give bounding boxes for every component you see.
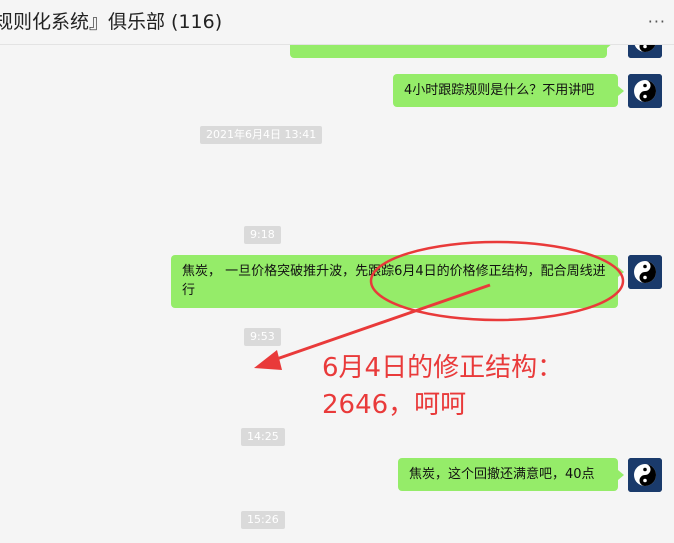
- more-icon[interactable]: ···: [648, 12, 666, 31]
- yin-yang-icon: [628, 255, 662, 289]
- yin-yang-icon: [628, 458, 662, 492]
- annotation-line-2: 2646，呵呵: [322, 390, 467, 420]
- timestamp: 2021年6月4日 13:41: [200, 126, 323, 144]
- avatar[interactable]: [628, 74, 662, 108]
- message-text: 焦炭， 一旦价格突破推升波，先跟踪6月4日的价格修正结构，配合周线进行: [182, 264, 606, 298]
- timestamp: 9:53: [244, 328, 281, 346]
- arrow-head: [254, 350, 282, 370]
- message-bubble[interactable]: 4小时跟踪规则是什么？不用讲吧: [393, 74, 624, 107]
- avatar[interactable]: [628, 255, 662, 289]
- yin-yang-icon: [628, 74, 662, 108]
- avatar[interactable]: [628, 458, 662, 492]
- timestamp: 15:26: [241, 511, 285, 529]
- annotation-line-1: 6月4日的修正结构：: [322, 353, 564, 383]
- message-bubble[interactable]: 焦炭， 一旦价格突破推升波，先跟踪6月4日的价格修正结构，配合周线进行: [171, 255, 624, 308]
- message-text: 4小时跟踪规则是什么？不用讲吧: [404, 83, 595, 98]
- timestamp: 9:18: [244, 226, 281, 244]
- timestamp: 14:25: [241, 428, 285, 446]
- title-bar: 规则化系统』俱乐部 (116) ···: [0, 0, 674, 45]
- message-bubble[interactable]: 焦炭，这个回撤还满意吧，40点: [398, 458, 624, 491]
- message-text: 焦炭，这个回撤还满意吧，40点: [409, 467, 595, 482]
- chat-title: 规则化系统』俱乐部 (116): [0, 11, 223, 33]
